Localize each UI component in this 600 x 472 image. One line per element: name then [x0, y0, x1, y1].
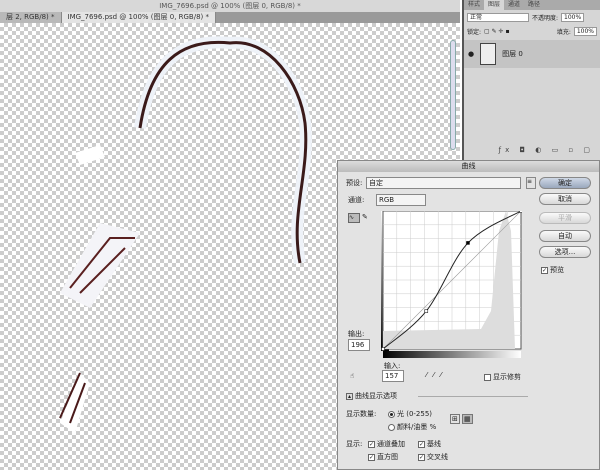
lock-icons[interactable]: ▢ ✎ ✛ ▪	[484, 28, 510, 35]
panel-tab-layers[interactable]: 图层	[484, 0, 505, 10]
target-adjust-icon[interactable]: ☝	[350, 372, 354, 380]
dialog-title: 曲线	[338, 161, 599, 172]
auto-button[interactable]: 自动	[539, 230, 591, 242]
intersection-checkbox[interactable]: ✓ 交叉线	[418, 452, 448, 462]
layer-row[interactable]: ● 图层 0	[464, 40, 600, 68]
panel-tab-paths[interactable]: 路径	[524, 0, 544, 10]
histogram-checkbox[interactable]: ✓ 直方图	[368, 452, 398, 462]
vertical-scrollbar[interactable]	[450, 40, 456, 150]
preset-select[interactable]: 自定	[366, 177, 521, 189]
curve-point[interactable]	[424, 309, 429, 313]
channel-overlays-checkbox[interactable]: ✓ 通道叠加	[368, 439, 405, 449]
preview-checkbox[interactable]: ✓ 预览	[541, 265, 564, 275]
curves-dialog: 曲线 预设: 自定 ≡ 通道: RGB ∿ ✎ 输出: 196 输入: 157 …	[337, 160, 600, 470]
doc-tab-active[interactable]: IMG_7696.psd @ 100% (图层 0, RGB/8) *	[61, 12, 217, 23]
preset-menu-icon[interactable]: ≡	[526, 177, 536, 189]
divider	[418, 396, 528, 397]
panel-tab-styles[interactable]: 样式	[464, 0, 484, 10]
output-input[interactable]: 196	[348, 339, 370, 351]
grid-simple-icon[interactable]: ⊞	[450, 414, 460, 424]
ok-button[interactable]: 确定	[539, 177, 591, 189]
show-label: 显示:	[346, 440, 363, 448]
options-button[interactable]: 选项...	[539, 246, 591, 258]
panel-footer-icons[interactable]: ƒx ◘ ◐ ▭ ▫ ▢	[464, 146, 600, 156]
curve-point[interactable]	[381, 347, 385, 351]
radio-pigment[interactable]: 颜料/油墨 %	[388, 422, 436, 432]
curve-point-tool-icon[interactable]: ∿	[348, 213, 360, 223]
show-amount-label: 显示数量:	[346, 410, 377, 418]
input-input[interactable]: 157	[382, 370, 404, 382]
channel-select[interactable]: RGB	[376, 194, 426, 206]
output-label: 输出:	[348, 330, 365, 338]
window-title: IMG_7696.psd @ 100% (图层 0, RGB/8) *	[0, 0, 460, 12]
curve-point[interactable]	[466, 241, 470, 245]
preset-label: 预设:	[346, 179, 363, 187]
fill-input[interactable]: 100%	[573, 26, 597, 36]
smooth-button[interactable]: 平滑	[539, 212, 591, 224]
opacity-input[interactable]: 100%	[561, 12, 585, 22]
pencil-tool-icon[interactable]: ✎	[362, 213, 374, 223]
curve-point[interactable]	[519, 211, 523, 213]
blend-mode-select[interactable]: 正常	[467, 12, 529, 22]
show-clipping-checkbox[interactable]: 显示修剪	[484, 372, 521, 382]
baseline-checkbox[interactable]: ✓ 基线	[418, 439, 441, 449]
curve-graph[interactable]	[381, 211, 522, 359]
grid-detailed-icon[interactable]: ▦	[462, 414, 473, 424]
eyedropper-icons[interactable]: ⁄⁄⁄	[426, 371, 448, 379]
cancel-button[interactable]: 取消	[539, 193, 591, 205]
document-tabs: 层 2, RGB/8) * IMG_7696.psd @ 100% (图层 0,…	[0, 12, 460, 23]
fill-label: 填充:	[556, 28, 571, 36]
layers-panel: 样式 图层 通道 路径 正常 不透明度: 100% 锁定: ▢ ✎ ✛ ▪ 填充…	[462, 0, 600, 160]
layer-name: 图层 0	[502, 50, 523, 58]
channel-label: 通道:	[348, 196, 365, 204]
eye-icon[interactable]: ●	[468, 50, 474, 58]
panel-tab-channels[interactable]: 通道	[504, 0, 524, 10]
opacity-label: 不透明度:	[532, 14, 559, 22]
doc-tab[interactable]: 层 2, RGB/8) *	[0, 12, 62, 23]
lock-label: 锁定:	[467, 28, 482, 36]
display-options-toggle[interactable]: ▴ 曲线显示选项	[346, 391, 397, 401]
radio-light[interactable]: 光 (0-255)	[388, 409, 432, 419]
layer-thumbnail	[480, 43, 497, 65]
